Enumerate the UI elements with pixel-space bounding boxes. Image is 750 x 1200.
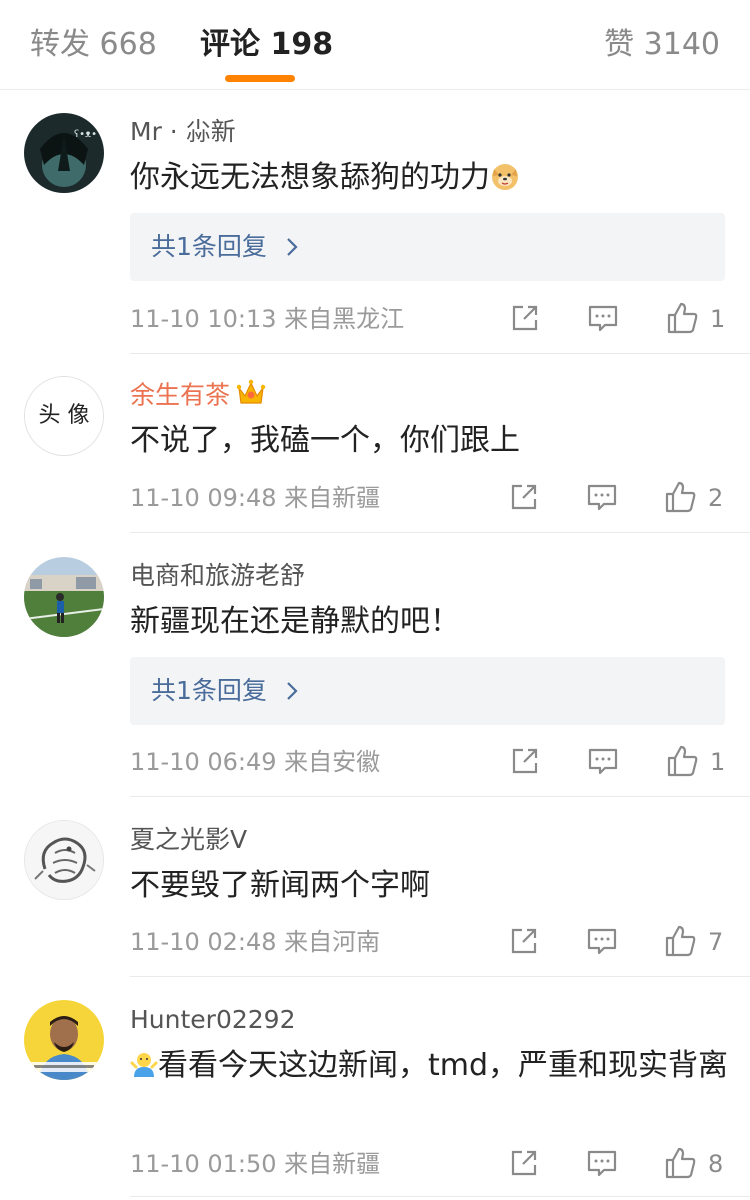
avatar[interactable] [24,1000,104,1080]
comment-meta: 11-10 09:48 来自新疆 [130,481,380,515]
comment-meta: 11-10 01:50 来自新疆 [130,1147,380,1181]
like-icon[interactable] [664,1146,696,1179]
comment-meta: 11-10 10:13 来自黑龙江 [130,302,404,336]
comment-text: 你永远无法想象舔狗的功力 [130,156,730,204]
comment-location: 来自安徽 [284,748,381,776]
share-icon[interactable] [509,302,541,334]
share-icon[interactable] [508,481,540,513]
share-icon[interactable] [508,1147,540,1179]
commenter-name[interactable]: 余生有茶 [130,378,266,415]
shrug-emoji [130,1048,158,1092]
comment-location: 来自新疆 [284,484,381,512]
comment-icon[interactable] [586,925,618,957]
like-count: 1 [710,748,726,776]
avatar-placeholder-text: 头 像 [38,403,90,428]
like-count: 7 [708,928,724,956]
like-icon[interactable] [666,744,698,777]
divider [130,796,750,797]
like-count: 8 [708,1150,724,1178]
comment-time: 11-10 01:50 [130,1150,277,1178]
like-count: 1 [710,305,726,333]
reply-summary[interactable]: 共1条回复 [130,657,725,725]
comment-text: 看看今天这边新闻，tmd，严重和现实背离 [130,1044,730,1092]
comment-time: 11-10 02:48 [130,928,277,956]
commenter-name[interactable]: 夏之光影V [130,823,247,857]
like-icon[interactable] [664,924,696,957]
commenter-name[interactable]: Mr · 尛新 [130,115,236,149]
tab-repost[interactable]: 转发 668 [30,22,157,68]
tab-like[interactable]: 赞 3140 [604,22,720,68]
comment-time: 11-10 10:13 [130,305,277,333]
reply-count-label: 共1条回复 [151,676,267,705]
like-count: 2 [708,484,724,512]
share-icon[interactable] [509,745,541,777]
avatar[interactable] [24,557,104,637]
share-icon[interactable] [508,925,540,957]
like-icon[interactable] [666,301,698,334]
comment-icon[interactable] [586,1147,618,1179]
comment-meta: 11-10 02:48 来自河南 [130,925,380,959]
svg-text:ʕ•ᴥ•: ʕ•ᴥ• [74,129,97,140]
comment-time: 11-10 06:49 [130,748,277,776]
comment-text: 不要毁了新闻两个字啊 [130,868,430,903]
like-icon[interactable] [664,480,696,513]
divider [130,976,750,977]
comment-tabs: 转发 668 评论 198 赞 3140 [0,0,750,90]
comment-icon[interactable] [587,302,619,334]
comment-location: 来自新疆 [284,1150,381,1178]
reply-summary[interactable]: 共1条回复 [130,213,725,281]
comment-time: 11-10 09:48 [130,484,277,512]
active-tab-indicator [225,75,295,82]
avatar[interactable]: ʕ•ᴥ• [24,113,104,193]
comment-location: 来自黑龙江 [284,305,405,333]
divider [130,1196,750,1197]
comment-location: 来自河南 [284,928,381,956]
comment-meta: 11-10 06:49 来自安徽 [130,745,380,779]
avatar[interactable]: 头 像 [24,376,104,456]
divider [130,353,750,354]
divider [130,532,750,533]
commenter-name-text: 余生有茶 [130,380,231,410]
crown-icon [236,378,266,415]
doge-emoji [490,160,520,204]
commenter-name[interactable]: 电商和旅游老舒 [130,559,305,593]
comment-text: 新疆现在还是静默的吧！ [130,604,460,639]
comment-text-body: 你永远无法想象舔狗的功力 [130,160,490,195]
comment-icon[interactable] [586,481,618,513]
reply-count-label: 共1条回复 [151,232,267,261]
comment-text: 不说了，我磕一个，你们跟上 [130,423,520,458]
avatar[interactable] [24,820,104,900]
comment-icon[interactable] [587,745,619,777]
tab-comment[interactable]: 评论 198 [200,22,333,68]
commenter-name[interactable]: Hunter02292 [130,1003,295,1037]
chevron-right-icon [287,238,298,256]
comment-text-body: 看看今天这边新闻，tmd，严重和现实背离 [158,1048,729,1083]
chevron-right-icon [287,682,298,700]
